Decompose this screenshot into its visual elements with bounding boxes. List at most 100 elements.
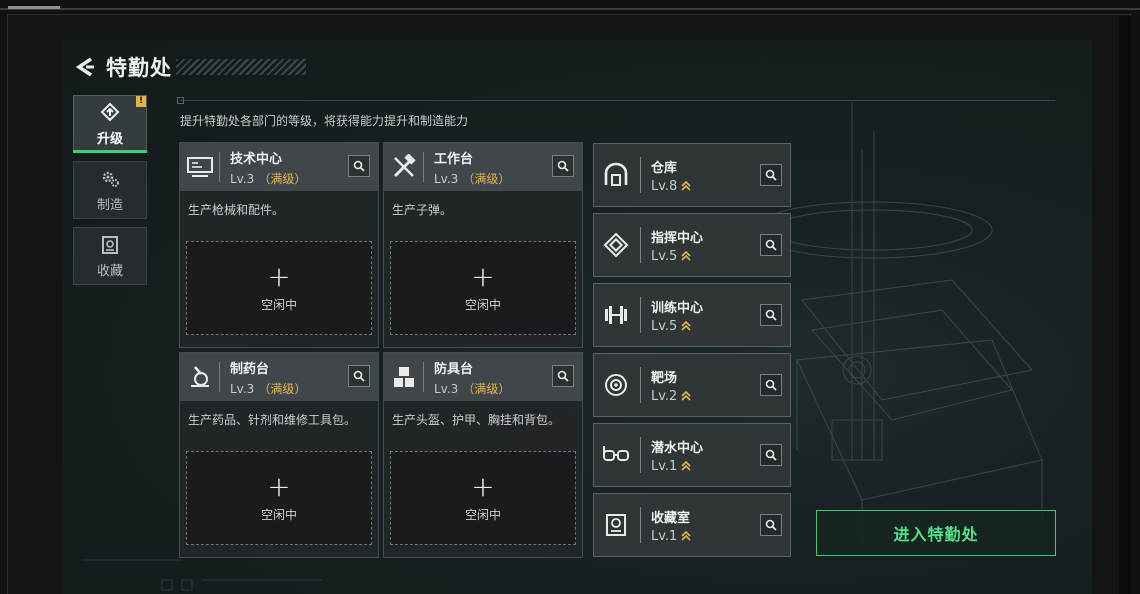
- upgrade-arrow-icon: [681, 390, 691, 401]
- warehouse-icon: [598, 157, 634, 193]
- nav-upgrade-label: 升级: [96, 131, 123, 147]
- room-name: 收藏室: [651, 510, 691, 526]
- room-search-button[interactable]: [760, 234, 782, 256]
- nav-upgrade-tab[interactable]: ! 升级: [73, 95, 147, 153]
- production-slot[interactable]: + 空闲中: [186, 241, 372, 335]
- facility-description: 生产药品、针剂和维修工具包。: [188, 413, 357, 427]
- dumbbell-icon: [598, 297, 634, 333]
- search-icon: [765, 239, 777, 251]
- nav-collection-label: 收藏: [96, 263, 123, 279]
- facility-search-button[interactable]: [552, 155, 574, 177]
- room-name: 潜水中心: [651, 440, 704, 456]
- facility-card-pharmacy: 制药台 Lv.3 （满级） 生产药品、针剂和维修工具包。 + 空闲中: [179, 352, 379, 558]
- search-icon: [353, 370, 365, 382]
- facility-header: 工作台 Lv.3 （满级）: [384, 143, 582, 191]
- room-command-center[interactable]: 指挥中心 Lv.5: [593, 213, 791, 277]
- facility-search-button[interactable]: [348, 155, 370, 177]
- room-diving-center[interactable]: 潜水中心 Lv.1: [593, 423, 791, 487]
- alert-badge: !: [136, 96, 146, 107]
- room-level: Lv.8: [651, 178, 678, 194]
- facility-name: 技术中心: [230, 151, 283, 167]
- enter-button-label: 进入特勤处: [893, 525, 979, 544]
- room-training-center[interactable]: 训练中心 Lv.5: [593, 283, 791, 347]
- top-rule-marker: [177, 97, 184, 104]
- top-rule: [180, 100, 1055, 101]
- production-slot[interactable]: + 空闲中: [186, 451, 372, 545]
- search-icon: [557, 160, 569, 172]
- facility-search-button[interactable]: [348, 365, 370, 387]
- collection-room-icon: [598, 507, 634, 543]
- header: 特勤处: [74, 52, 306, 82]
- add-icon: +: [267, 259, 291, 293]
- add-icon: +: [471, 259, 495, 293]
- back-arrow-icon[interactable]: [74, 56, 96, 78]
- diving-goggles-icon: [598, 437, 634, 473]
- title-decoration: [176, 59, 306, 75]
- facility-search-button[interactable]: [552, 365, 574, 387]
- upgrade-arrow-icon: [681, 530, 691, 541]
- search-icon: [765, 169, 777, 181]
- facility-max-level: （满级）: [258, 171, 307, 186]
- facility-max-level: （满级）: [258, 381, 307, 396]
- search-icon: [765, 309, 777, 321]
- upgrade-arrow-icon: [681, 460, 691, 471]
- facility-card-workbench: 工作台 Lv.3 （满级） 生产子弹。 + 空闲中: [383, 142, 583, 348]
- facility-level: Lv.3: [434, 171, 459, 186]
- gears-icon: [102, 171, 119, 187]
- top-divider: [0, 8, 1140, 10]
- facility-header: 技术中心 Lv.3 （满级）: [180, 143, 378, 191]
- nav-manufacture-tab[interactable]: 制造: [73, 161, 147, 219]
- facility-level: Lv.3: [434, 381, 459, 396]
- slot-status: 空闲中: [464, 507, 501, 522]
- room-level: Lv.1: [651, 528, 678, 544]
- room-level: Lv.2: [651, 388, 678, 404]
- room-warehouse[interactable]: 仓库 Lv.8: [593, 143, 791, 207]
- add-icon: +: [267, 469, 291, 503]
- room-search-button[interactable]: [760, 304, 782, 326]
- special-ops-panel: 特勤处 ! 升级 制造 收藏 提升特勤处各部门的等级，将获得能力提升和制造能力: [62, 40, 1092, 594]
- room-level: Lv.5: [651, 318, 678, 334]
- target-icon: [598, 367, 634, 403]
- facility-description: 生产头盔、护甲、胸挂和背包。: [392, 413, 561, 427]
- search-icon: [765, 379, 777, 391]
- production-slot[interactable]: + 空闲中: [390, 241, 576, 335]
- search-icon: [557, 370, 569, 382]
- search-icon: [765, 449, 777, 461]
- room-search-button[interactable]: [760, 514, 782, 536]
- room-search-button[interactable]: [760, 444, 782, 466]
- room-name: 训练中心: [651, 300, 704, 316]
- page-description: 提升特勤处各部门的等级，将获得能力提升和制造能力: [180, 114, 469, 128]
- slot-status: 空闲中: [464, 297, 501, 312]
- facility-description: 生产子弹。: [392, 203, 453, 217]
- add-icon: +: [471, 469, 495, 503]
- room-search-button[interactable]: [760, 374, 782, 396]
- facility-level: Lv.3: [230, 381, 255, 396]
- facility-header: 制药台 Lv.3 （满级）: [180, 353, 378, 401]
- facility-header: 防具台 Lv.3 （满级）: [384, 353, 582, 401]
- facility-name: 工作台: [434, 151, 474, 167]
- room-name: 指挥中心: [651, 230, 704, 246]
- page-title: 特勤处: [106, 56, 172, 80]
- collection-icon: [102, 235, 118, 254]
- room-collection-room[interactable]: 收藏室 Lv.1: [593, 493, 791, 557]
- enter-special-ops-button[interactable]: 进入特勤处: [816, 510, 1056, 556]
- upgrade-icon: [100, 102, 120, 121]
- facility-name: 防具台: [434, 361, 474, 377]
- upgrade-arrow-icon: [681, 320, 691, 331]
- nav-collection-tab[interactable]: 收藏: [73, 227, 147, 285]
- armor-bench-icon: [384, 362, 424, 392]
- room-search-button[interactable]: [760, 164, 782, 186]
- tech-center-icon: [180, 152, 220, 182]
- room-name: 靶场: [651, 370, 678, 386]
- upgrade-arrow-icon: [681, 180, 691, 191]
- room-level: Lv.5: [651, 248, 678, 264]
- search-icon: [353, 160, 365, 172]
- production-slot[interactable]: + 空闲中: [390, 451, 576, 545]
- facility-card-armor-bench: 防具台 Lv.3 （满级） 生产头盔、护甲、胸挂和背包。 + 空闲中: [383, 352, 583, 558]
- facility-max-level: （满级）: [462, 381, 511, 396]
- room-name: 仓库: [651, 160, 678, 176]
- slot-status: 空闲中: [260, 297, 297, 312]
- room-shooting-range[interactable]: 靶场 Lv.2: [593, 353, 791, 417]
- window-right-edge: [1119, 16, 1131, 594]
- facility-card-tech-center: 技术中心 Lv.3 （满级） 生产枪械和配件。 + 空闲中: [179, 142, 379, 348]
